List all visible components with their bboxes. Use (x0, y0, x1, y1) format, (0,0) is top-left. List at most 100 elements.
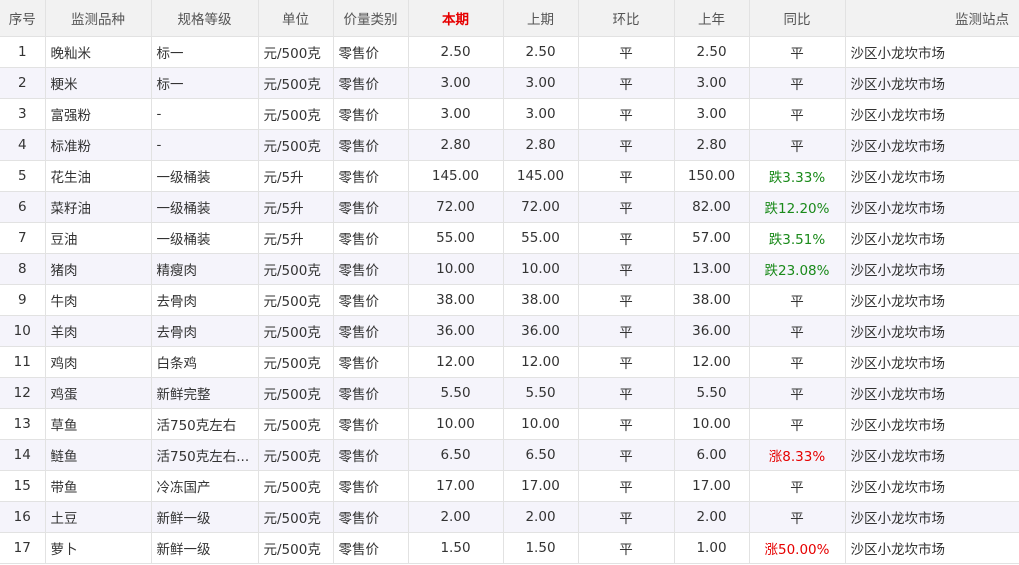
table-row[interactable]: 11 鸡肉 白条鸡 元/500克 零售价 12.00 12.00 平 12.00 平沙区小龙坎市场 (0, 346, 1019, 378)
cell-mom: 平 (577, 315, 675, 347)
cell-mom: 平 (577, 408, 675, 440)
cell-grade: 活750克左右... (150, 439, 259, 471)
cell-mom: 平 (577, 377, 675, 409)
cell-grade: 一级桶装 (150, 222, 259, 254)
cell-grade: 冷冻国产 (150, 470, 259, 502)
cell-station: 沙区小龙坎市场 (844, 36, 1019, 68)
cell-yoy: 平 (748, 98, 846, 130)
cell-current: 2.50 (407, 36, 504, 68)
cell-last-year: 82.00 (673, 191, 750, 223)
header-current[interactable]: 本期 (407, 0, 504, 37)
cell-category: 零售价 (332, 439, 409, 471)
cell-mom: 平 (577, 129, 675, 161)
cell-variety: 粳米 (44, 67, 152, 99)
header-previous[interactable]: 上期 (502, 0, 579, 37)
cell-category: 零售价 (332, 129, 409, 161)
table-row[interactable]: 10 羊肉 去骨肉 元/500克 零售价 36.00 36.00 平 36.00 平沙区小龙坎市场 (0, 315, 1019, 347)
table-row[interactable]: 1 晚籼米 标一 元/500克 零售价 2.50 2.50 平 2.50 平沙区小龙坎市场 (0, 36, 1019, 68)
cell-current: 1.50 (407, 532, 504, 564)
table-row[interactable]: 12 鸡蛋 新鲜完整 元/500克 零售价 5.50 5.50 平 5.50 平沙区小龙坎市场 (0, 377, 1019, 409)
header-yoy[interactable]: 同比 (748, 0, 846, 37)
table-row[interactable]: 9 牛肉 去骨肉 元/500克 零售价 38.00 38.00 平 38.00 平沙区小龙坎市场 (0, 284, 1019, 316)
table-row[interactable]: 6 菜籽油 一级桶装 元/5升 零售价 72.00 72.00 平 82.00 跌12.20% 沙区… (0, 191, 1019, 223)
cell-grade: 去骨肉 (150, 284, 259, 316)
cell-current: 5.50 (407, 377, 504, 409)
cell-yoy: 平 (748, 470, 846, 502)
table-row[interactable]: 5 花生油 一级桶装 元/5升 零售价 145.00 145.00 平 150.00 跌3.33%… (0, 160, 1019, 192)
cell-unit: 元/500克 (257, 470, 334, 502)
cell-yoy: 平 (748, 501, 846, 533)
price-monitoring-table: 序号 监测品种 规格等级 单位 价量类别 本期 上期 环比 上年 同比 监测站点… (0, 0, 1019, 564)
header-seq[interactable]: 序号 (0, 0, 46, 37)
cell-current: 3.00 (407, 67, 504, 99)
cell-last-year: 10.00 (673, 408, 750, 440)
table-row[interactable]: 3 富强粉 - 元/500克 零售价 3.00 3.00 平 3.00 平沙区小龙坎市场 (0, 98, 1019, 130)
cell-category: 零售价 (332, 67, 409, 99)
cell-previous: 38.00 (502, 284, 579, 316)
cell-seq: 3 (0, 98, 46, 130)
cell-unit: 元/500克 (257, 98, 334, 130)
table-row[interactable]: 4 标准粉 - 元/500克 零售价 2.80 2.80 平 2.80 平沙区小龙坎市场 (0, 129, 1019, 161)
cell-grade: 新鲜一级 (150, 532, 259, 564)
cell-station: 沙区小龙坎市场 (844, 67, 1019, 99)
cell-variety: 鲢鱼 (44, 439, 152, 471)
cell-station: 沙区小龙坎市场 (844, 191, 1019, 223)
header-last-year[interactable]: 上年 (673, 0, 750, 37)
cell-category: 零售价 (332, 36, 409, 68)
cell-previous: 2.00 (502, 501, 579, 533)
cell-mom: 平 (577, 191, 675, 223)
cell-last-year: 57.00 (673, 222, 750, 254)
cell-yoy: 平 (748, 36, 846, 68)
cell-seq: 13 (0, 408, 46, 440)
cell-grade: 精瘦肉 (150, 253, 259, 285)
cell-yoy: 涨8.33% (748, 439, 846, 471)
cell-seq: 8 (0, 253, 46, 285)
table-row[interactable]: 16 土豆 新鲜一级 元/500克 零售价 2.00 2.00 平 2.00 平沙区小龙坎市场 (0, 501, 1019, 533)
cell-unit: 元/500克 (257, 67, 334, 99)
cell-previous: 55.00 (502, 222, 579, 254)
header-variety[interactable]: 监测品种 (44, 0, 152, 37)
cell-category: 零售价 (332, 222, 409, 254)
cell-station: 沙区小龙坎市场 (844, 129, 1019, 161)
header-grade[interactable]: 规格等级 (150, 0, 259, 37)
header-station[interactable]: 监测站点 (844, 0, 1019, 37)
table-row[interactable]: 8 猪肉 精瘦肉 元/500克 零售价 10.00 10.00 平 13.00 跌23.08% 沙区… (0, 253, 1019, 285)
cell-variety: 鸡肉 (44, 346, 152, 378)
cell-station: 沙区小龙坎市场 (844, 346, 1019, 378)
cell-mom: 平 (577, 501, 675, 533)
table-row[interactable]: 13 草鱼 活750克左右 元/500克 零售价 10.00 10.00 平 10.00 平沙区小… (0, 408, 1019, 440)
cell-mom: 平 (577, 36, 675, 68)
cell-grade: 白条鸡 (150, 346, 259, 378)
table-row[interactable]: 14 鲢鱼 活750克左右... 元/500克 零售价 6.50 6.50 平 6.00 涨8.3… (0, 439, 1019, 471)
cell-unit: 元/500克 (257, 532, 334, 564)
cell-previous: 10.00 (502, 253, 579, 285)
cell-mom: 平 (577, 98, 675, 130)
cell-grade: 标一 (150, 67, 259, 99)
cell-seq: 16 (0, 501, 46, 533)
table-row[interactable]: 15 带鱼 冷冻国产 元/500克 零售价 17.00 17.00 平 17.00 平沙区小龙坎市… (0, 470, 1019, 502)
cell-category: 零售价 (332, 377, 409, 409)
cell-unit: 元/500克 (257, 129, 334, 161)
cell-previous: 12.00 (502, 346, 579, 378)
cell-yoy: 平 (748, 315, 846, 347)
cell-current: 17.00 (407, 470, 504, 502)
cell-last-year: 38.00 (673, 284, 750, 316)
cell-last-year: 1.00 (673, 532, 750, 564)
cell-grade: 标一 (150, 36, 259, 68)
header-category[interactable]: 价量类别 (332, 0, 409, 37)
cell-variety: 晚籼米 (44, 36, 152, 68)
cell-variety: 豆油 (44, 222, 152, 254)
cell-yoy: 平 (748, 408, 846, 440)
cell-seq: 10 (0, 315, 46, 347)
cell-category: 零售价 (332, 346, 409, 378)
header-mom[interactable]: 环比 (577, 0, 675, 37)
header-unit[interactable]: 单位 (257, 0, 334, 37)
cell-previous: 3.00 (502, 98, 579, 130)
table-body: 1 晚籼米 标一 元/500克 零售价 2.50 2.50 平 2.50 平沙区小龙坎市场 2 粳米标… (0, 36, 1019, 564)
table-row[interactable]: 2 粳米 标一 元/500克 零售价 3.00 3.00 平 3.00 平沙区小龙坎市场 (0, 67, 1019, 99)
table-row[interactable]: 7 豆油 一级桶装 元/5升 零售价 55.00 55.00 平 57.00 跌3.51% 沙区小龙… (0, 222, 1019, 254)
table-row[interactable]: 17 萝卜 新鲜一级 元/500克 零售价 1.50 1.50 平 1.00 涨50.00% 沙区小… (0, 532, 1019, 564)
cell-previous: 36.00 (502, 315, 579, 347)
cell-mom: 平 (577, 439, 675, 471)
cell-station: 沙区小龙坎市场 (844, 439, 1019, 471)
